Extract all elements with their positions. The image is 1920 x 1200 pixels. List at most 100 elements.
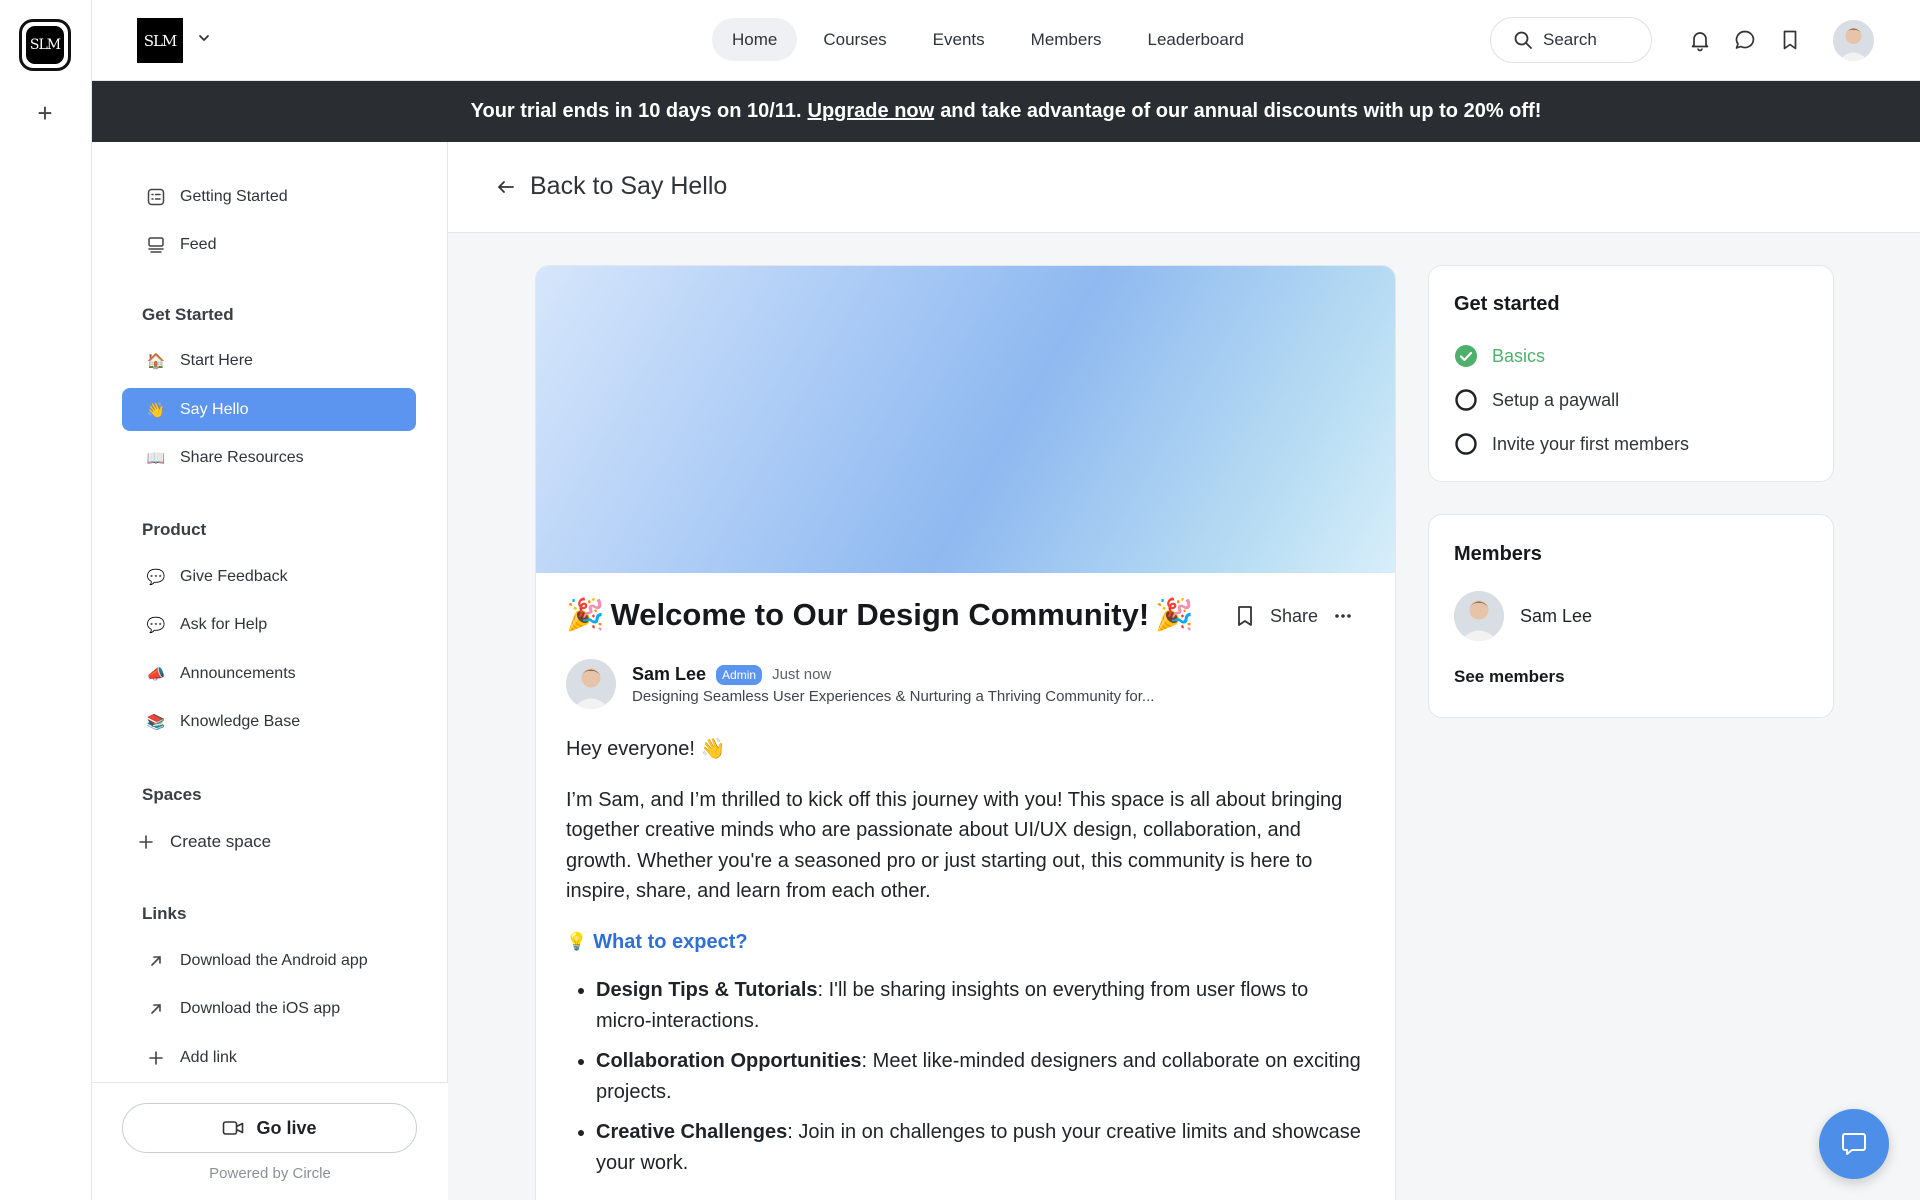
list-item-bold: Design Tips & Tutorials (596, 979, 818, 1001)
nav-events[interactable]: Events (913, 18, 1005, 61)
bell-icon[interactable] (1688, 28, 1712, 52)
post-intro: I’m Sam, and I’m thrilled to kick off th… (566, 788, 1343, 903)
more-options-icon[interactable] (1332, 605, 1354, 627)
checklist-icon (147, 188, 165, 205)
empty-circle-icon (1455, 433, 1477, 455)
trial-banner: Your trial ends in 10 days on 10/11. Upg… (92, 81, 1920, 142)
add-link-label: Add link (180, 1048, 237, 1066)
bookmark-icon[interactable] (1778, 28, 1802, 52)
nav-courses[interactable]: Courses (803, 18, 906, 61)
trial-text-pre: Your trial ends in 10 days on 10/11. (470, 100, 802, 122)
sidebar-item-label: Getting Started (180, 187, 288, 205)
book-emoji-icon: 📖 (146, 449, 166, 467)
member-avatar (1454, 591, 1504, 641)
section-heading-spaces[interactable]: Spaces (142, 785, 202, 805)
chat-icon (1842, 1133, 1866, 1155)
sidebar-link-ios[interactable]: Download the iOS app (122, 987, 416, 1030)
upgrade-now-link[interactable]: Upgrade now (808, 100, 935, 123)
sidebar-item-label: Ask for Help (180, 615, 268, 633)
sidebar-footer: Go live Powered by Circle (92, 1082, 448, 1200)
see-members-link[interactable]: See members (1454, 667, 1565, 687)
megaphone-emoji-icon: 📣 (146, 665, 166, 683)
add-link-button[interactable]: Add link (122, 1036, 416, 1079)
brand-logo[interactable]: SLM (137, 18, 183, 63)
sidebar-item-ask-for-help[interactable]: 💬 Ask for Help (122, 603, 416, 646)
arrow-up-right-icon (151, 1003, 161, 1014)
go-live-label: Go live (256, 1117, 317, 1138)
member-name: Sam Lee (1520, 605, 1593, 626)
get-started-title: Get started (1454, 293, 1560, 315)
speech-bubble-emoji-icon: 💬 (146, 616, 166, 634)
sidebar-item-feed[interactable]: Feed (122, 223, 416, 266)
party-emoji-icon: 🎉 (566, 597, 605, 632)
back-link[interactable]: Back to Say Hello (496, 172, 727, 201)
sidebar-item-label: Feed (180, 235, 217, 253)
author-name[interactable]: Sam Lee (632, 664, 706, 685)
chevron-down-icon[interactable] (196, 30, 212, 46)
create-space-label: Create space (170, 831, 272, 851)
share-button[interactable]: Share (1270, 606, 1318, 627)
lightbulb-emoji-icon: 💡 (566, 931, 588, 951)
user-avatar[interactable] (1833, 20, 1874, 61)
post-greeting: Hey everyone! 👋 (566, 738, 726, 760)
post-cover-image (536, 266, 1395, 573)
sidebar-item-announcements[interactable]: 📣 Announcements (122, 652, 416, 695)
post-title: 🎉 Welcome to Our Design Community! 🎉 (566, 596, 1194, 633)
arrow-left-icon (498, 180, 514, 193)
books-emoji-icon: 📚 (146, 713, 166, 731)
sidebar-item-start-here[interactable]: 🏠 Start Here (122, 339, 416, 382)
sidebar-link-android[interactable]: Download the Android app (122, 939, 416, 982)
nav-leaderboard[interactable]: Leaderboard (1128, 18, 1264, 61)
trial-text-post: and take advantage of our annual discoun… (940, 100, 1542, 122)
search-label: Search (1543, 30, 1597, 49)
section-heading-links[interactable]: Links (142, 904, 186, 924)
section-heading-product[interactable]: Product (142, 520, 206, 540)
author-avatar[interactable] (566, 659, 616, 709)
video-camera-icon (223, 1121, 244, 1135)
members-card: Members Sam Lee See members (1428, 514, 1834, 718)
post-card: 🎉 Welcome to Our Design Community! 🎉 Sha… (535, 265, 1396, 1200)
sidebar-item-give-feedback[interactable]: 💬 Give Feedback (122, 555, 416, 598)
sidebar-item-say-hello[interactable]: 👋 Say Hello (122, 388, 416, 431)
go-live-button[interactable]: Go live (122, 1103, 417, 1153)
sidebar-item-label: Share Resources (180, 448, 304, 466)
sidebar-item-getting-started[interactable]: Getting Started (122, 175, 416, 218)
post-timestamp[interactable]: Just now (772, 666, 831, 683)
bookmark-icon[interactable] (1234, 604, 1256, 628)
post-actions: Share (1234, 604, 1354, 628)
checklist-label: Setup a paywall (1492, 389, 1620, 410)
sidebar-item-knowledge-base[interactable]: 📚 Knowledge Base (122, 700, 416, 743)
nav-home[interactable]: Home (712, 18, 798, 61)
chat-bubble-icon[interactable] (1733, 28, 1757, 52)
top-header: SLM Home Courses Events Members Leaderbo… (92, 0, 1920, 81)
powered-by-text[interactable]: Powered by Circle (92, 1165, 448, 1182)
sidebar-item-label: Start Here (180, 351, 253, 369)
create-space-button[interactable]: Create space (122, 820, 416, 863)
wave-emoji-icon: 👋 (146, 401, 166, 419)
member-row[interactable]: Sam Lee (1454, 591, 1592, 641)
arrow-up-right-icon (151, 955, 161, 966)
search-button[interactable]: Search (1490, 17, 1652, 63)
empty-circle-icon (1455, 389, 1477, 411)
sidebar-item-label: Download the Android app (180, 951, 368, 969)
author-bio: Designing Seamless User Experiences & Nu… (632, 688, 1155, 705)
checklist-item-basics[interactable]: Basics (1454, 344, 1545, 368)
list-item-bold: Collaboration Opportunities (596, 1050, 862, 1072)
chat-launcher-button[interactable] (1819, 1109, 1889, 1179)
get-started-card: Get started Basics Setup a paywall Invit… (1428, 265, 1834, 482)
sidebar-item-share-resources[interactable]: 📖 Share Resources (122, 436, 416, 479)
section-heading-get-started[interactable]: Get Started (142, 305, 234, 325)
expect-heading: 💡 What to expect? (566, 927, 1366, 958)
author-line: Sam Lee Admin Just now (632, 664, 831, 685)
checklist-item-paywall[interactable]: Setup a paywall (1454, 388, 1619, 412)
plus-icon (149, 1050, 163, 1065)
sidebar-item-label: Announcements (180, 664, 296, 682)
add-community-button[interactable]: + (30, 98, 60, 128)
checklist-label: Basics (1492, 345, 1546, 366)
nav-members[interactable]: Members (1011, 18, 1122, 61)
check-circle-icon (1455, 345, 1477, 367)
checklist-item-invite[interactable]: Invite your first members (1454, 432, 1689, 456)
speech-bubble-emoji-icon: 💬 (146, 568, 166, 586)
community-switcher-logo[interactable]: SLM (19, 19, 71, 71)
plus-icon (139, 834, 153, 849)
